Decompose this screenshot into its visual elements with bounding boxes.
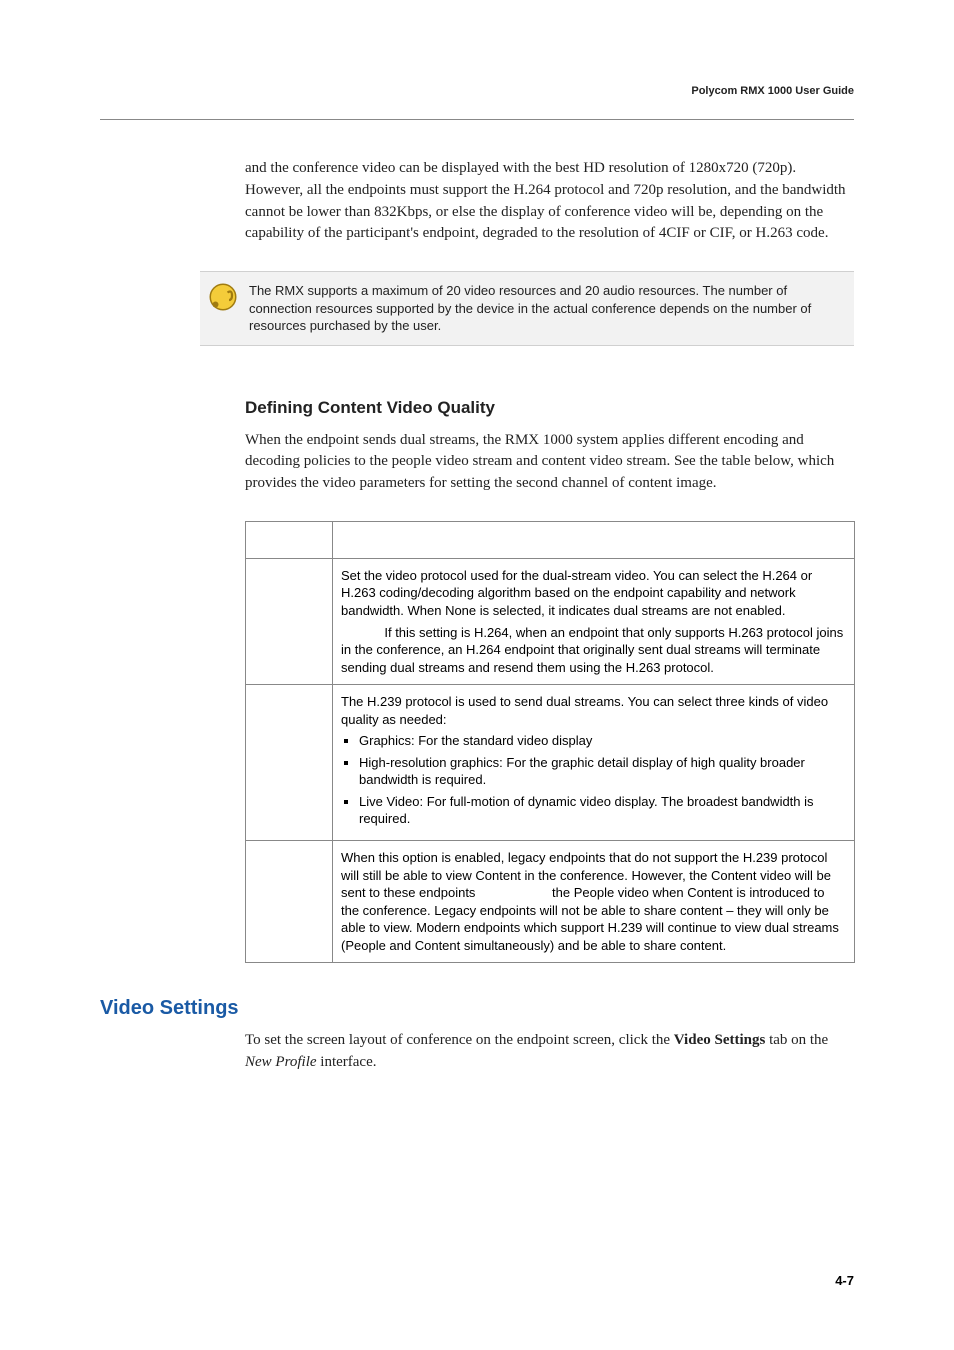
row0-p2: If this setting is H.264, when an endpoi… xyxy=(341,625,843,675)
table-header-param xyxy=(246,521,333,558)
header-divider xyxy=(100,119,854,120)
table-cell-desc: The H.239 protocol is used to send dual … xyxy=(333,685,855,841)
s2-italic: New Profile xyxy=(245,1054,317,1070)
list-item: Live Video: For full-motion of dynamic v… xyxy=(359,793,846,828)
row1-intro: The H.239 protocol is used to send dual … xyxy=(341,694,828,727)
table-cell-param xyxy=(246,841,333,963)
s2-mid: tab on the xyxy=(765,1032,828,1048)
table-cell-desc: When this option is enabled, legacy endp… xyxy=(333,841,855,963)
section2-paragraph: To set the screen layout of conference o… xyxy=(245,1030,854,1074)
note-text: The RMX supports a maximum of 20 video r… xyxy=(249,272,854,345)
table-row: The H.239 protocol is used to send dual … xyxy=(246,685,855,841)
table-row: When this option is enabled, legacy endp… xyxy=(246,841,855,963)
intro-paragraph: and the conference video can be displaye… xyxy=(245,158,854,245)
table-cell-desc: Set the video protocol used for the dual… xyxy=(333,558,855,684)
s2-bold: Video Settings xyxy=(674,1032,766,1048)
section-heading-video-settings: Video Settings xyxy=(100,997,854,1020)
page-header-title: Polycom RMX 1000 User Guide xyxy=(100,85,854,97)
section1-paragraph: When the endpoint sends dual streams, th… xyxy=(245,430,854,495)
table-cell-param xyxy=(246,685,333,841)
section-heading-content-quality: Defining Content Video Quality xyxy=(245,398,854,418)
table-header-desc xyxy=(333,521,855,558)
row1-bullets: Graphics: For the standard video display… xyxy=(341,732,846,828)
reminder-icon xyxy=(208,282,238,312)
note-icon-cell xyxy=(200,272,249,345)
s2-before: To set the screen layout of conference o… xyxy=(245,1032,674,1048)
page-number: 4-7 xyxy=(835,1273,854,1288)
list-item: High-resolution graphics: For the graphi… xyxy=(359,754,846,789)
parameters-table: Set the video protocol used for the dual… xyxy=(245,521,855,963)
table-row: Set the video protocol used for the dual… xyxy=(246,558,855,684)
row0-p1: Set the video protocol used for the dual… xyxy=(341,568,812,618)
table-cell-param xyxy=(246,558,333,684)
note-box: The RMX supports a maximum of 20 video r… xyxy=(200,271,854,346)
s2-after: interface. xyxy=(317,1054,377,1070)
list-item: Graphics: For the standard video display xyxy=(359,732,846,750)
table-header-row xyxy=(246,521,855,558)
